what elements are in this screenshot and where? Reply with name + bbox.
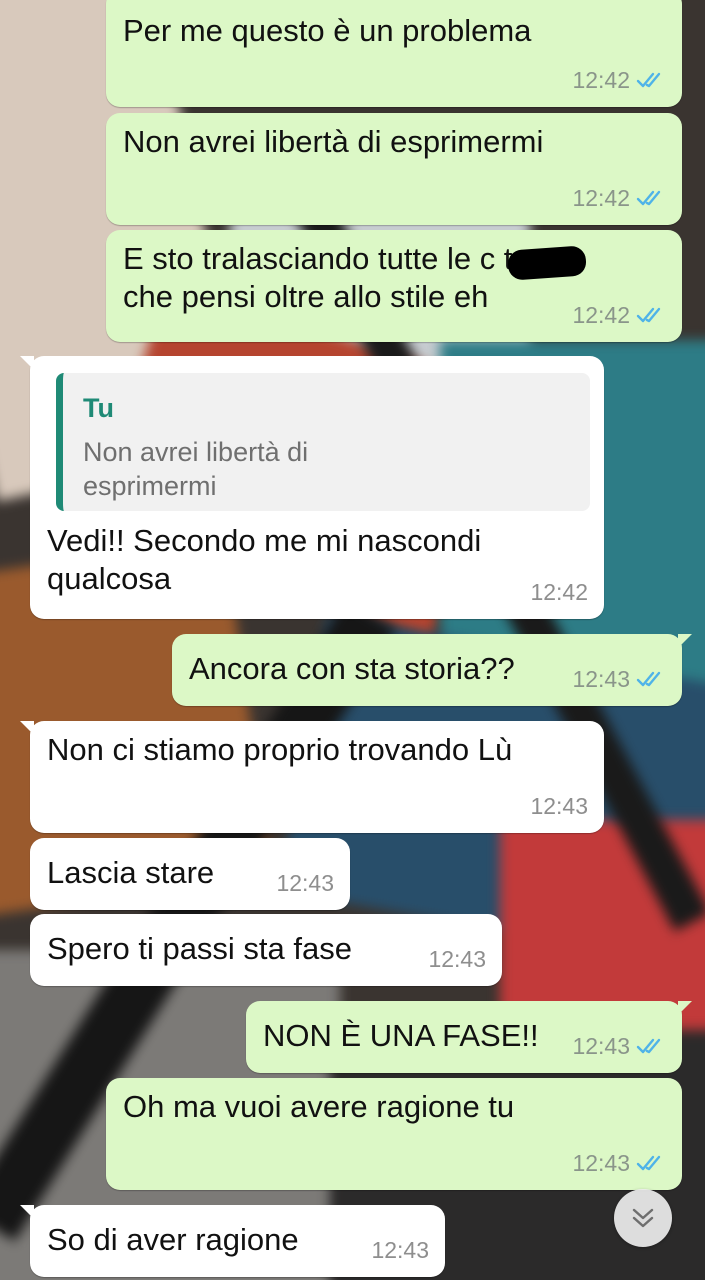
message-bubble-outgoing[interactable]: NON È UNA FASE!! 12:43 xyxy=(246,1001,692,1073)
bubble-tail xyxy=(678,634,692,648)
message-time: 12:43 xyxy=(572,1033,630,1059)
bubble-tail xyxy=(678,1001,692,1015)
message-meta: 12:43 xyxy=(572,660,666,698)
double-check-icon xyxy=(636,1155,661,1171)
message-meta: 12:43 xyxy=(371,1231,429,1269)
message-text: Spero ti passi sta fase xyxy=(47,931,352,966)
double-check-icon xyxy=(636,190,661,206)
message-time: 12:43 xyxy=(371,1237,429,1263)
message-text: Non ci stiamo proprio trovando Lù xyxy=(47,732,513,767)
message-bubble-incoming[interactable]: Tu Non avrei libertà di esprimermi Vedi!… xyxy=(20,356,604,619)
message-bubble-outgoing[interactable]: Per me questo è un problema 12:42 xyxy=(106,0,682,107)
message-bubble-incoming[interactable]: Lascia stare 12:43 xyxy=(30,838,350,910)
message-text: Ancora con sta storia?? xyxy=(189,651,515,686)
message-bubble-incoming[interactable]: So di aver ragione 12:43 xyxy=(20,1205,445,1277)
double-check-icon xyxy=(636,671,661,687)
quoted-reply[interactable]: Tu Non avrei libertà di esprimermi xyxy=(56,373,590,511)
message-meta: 12:42 xyxy=(572,61,666,99)
message-text: Vedi!! Secondo me mi nascondi qualcosa xyxy=(47,523,482,596)
message-time: 12:43 xyxy=(530,793,588,819)
message-bubble-incoming[interactable]: Spero ti passi sta fase 12:43 xyxy=(30,914,502,986)
message-text: So di aver ragione xyxy=(47,1222,299,1257)
double-check-icon xyxy=(636,1038,661,1054)
message-meta: 12:43 xyxy=(428,940,486,978)
message-time: 12:43 xyxy=(276,870,334,896)
message-meta: 12:43 xyxy=(530,787,588,825)
chevron-down-icon xyxy=(632,1208,654,1228)
message-time: 12:43 xyxy=(428,946,486,972)
message-time: 12:42 xyxy=(572,302,630,328)
quoted-reply-author: Tu xyxy=(83,393,114,423)
message-bubble-outgoing[interactable]: Ancora con sta storia?? 12:43 xyxy=(172,634,692,706)
scroll-to-bottom-button[interactable] xyxy=(614,1189,672,1247)
message-meta: 12:43 xyxy=(572,1027,666,1065)
message-bubble-outgoing[interactable]: E sto tralasciando tutte le c te che pen… xyxy=(106,230,682,342)
bubble-tail xyxy=(20,1205,34,1219)
message-bubble-outgoing[interactable]: Oh ma vuoi avere ragione tu 12:43 xyxy=(106,1078,682,1190)
bubble-tail xyxy=(20,356,34,370)
message-time: 12:43 xyxy=(572,666,630,692)
message-meta: 12:43 xyxy=(276,864,334,902)
double-check-icon xyxy=(636,307,661,323)
message-meta: 12:43 xyxy=(572,1144,666,1182)
message-text: Per me questo è un problema xyxy=(123,13,532,48)
message-time: 12:42 xyxy=(530,579,588,605)
bubble-tail xyxy=(20,721,34,735)
message-text: Non avrei libertà di esprimermi xyxy=(123,124,544,159)
message-text: Lascia stare xyxy=(47,855,215,890)
double-check-icon xyxy=(636,72,661,88)
message-bubble-outgoing[interactable]: Non avrei libertà di esprimermi 12:42 xyxy=(106,113,682,225)
message-bubble-incoming[interactable]: Non ci stiamo proprio trovando Lù 12:43 xyxy=(20,721,604,833)
redaction-mark xyxy=(507,245,587,281)
message-meta: 12:42 xyxy=(530,573,588,611)
quoted-reply-text: Non avrei libertà di esprimermi xyxy=(83,437,309,501)
message-text: NON È UNA FASE!! xyxy=(263,1018,539,1053)
message-text: E sto tralasciando tutte le c te che pen… xyxy=(123,241,530,314)
message-meta: 12:42 xyxy=(572,296,666,334)
message-meta: 12:42 xyxy=(572,179,666,217)
message-time: 12:42 xyxy=(572,67,630,93)
message-text: Oh ma vuoi avere ragione tu xyxy=(123,1089,515,1124)
message-time: 12:43 xyxy=(572,1150,630,1176)
message-time: 12:42 xyxy=(572,185,630,211)
